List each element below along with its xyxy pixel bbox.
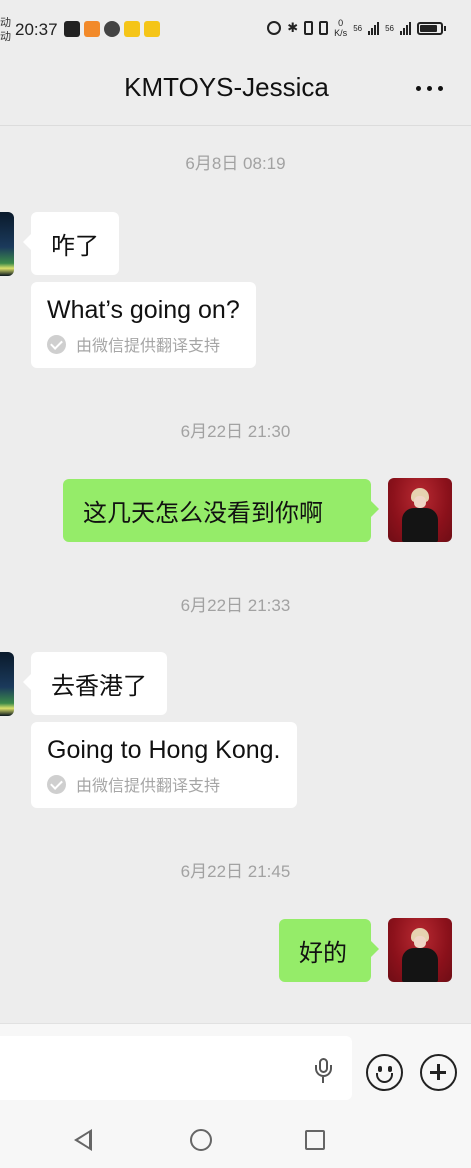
check-circle-icon (47, 334, 66, 354)
signal-icon-2 (400, 21, 411, 35)
translation-card[interactable]: Going to Hong Kong. 由微信提供翻译支持 (31, 722, 297, 808)
circle-home-icon[interactable] (190, 1129, 212, 1151)
bluetooth-icon: ✱ (287, 20, 299, 35)
timestamp: 6月22日 21:33 (180, 596, 291, 615)
vibrate-icon (304, 21, 314, 35)
triangle-back-icon[interactable] (74, 1129, 92, 1151)
translation-text: Going to Hong Kong. (47, 736, 281, 764)
app-notification-icon (104, 21, 120, 37)
timestamp: 6月22日 21:30 (180, 422, 291, 441)
timestamp: 6月8日 08:19 (185, 154, 286, 173)
check-circle-icon (47, 774, 66, 794)
plus-circle-icon[interactable] (420, 1054, 457, 1091)
navigation-bar (0, 1101, 471, 1168)
signal-icon-1 (368, 21, 380, 35)
system-icons: ✱ 0 K/s 56 56 (267, 18, 446, 38)
user-avatar[interactable] (388, 918, 452, 982)
weibo-icon (124, 21, 140, 37)
chat-title: KMTOYS-Jessica (124, 72, 329, 102)
translation-note: 由微信提供翻译支持 (76, 338, 221, 355)
taobao-icon (84, 21, 100, 37)
translation-card[interactable]: What’s going on? 由微信提供翻译支持 (31, 282, 256, 368)
weibo-icon-2 (144, 21, 160, 37)
translation-note: 由微信提供翻译支持 (76, 778, 221, 795)
incoming-message[interactable]: 去香港了 (23, 652, 167, 715)
signal-label-2: 56 (385, 23, 394, 33)
more-dots-icon[interactable] (416, 86, 443, 91)
status-time: 20:37 (15, 20, 58, 39)
battery-icon (417, 21, 446, 35)
input-bar (0, 1023, 471, 1101)
chat-area[interactable]: 6月8日 08:19 咋了 What’s going on? 由微信提供翻译支持… (0, 127, 471, 1023)
square-recents-icon[interactable] (305, 1130, 325, 1150)
status-bar: 动动 20:37 ✱ 0 K/s 56 56 (0, 0, 471, 58)
rotate-icon (319, 21, 329, 35)
microphone-icon[interactable] (314, 1058, 332, 1084)
contact-avatar[interactable] (0, 212, 14, 276)
notification-icons (64, 21, 160, 37)
signal-label-1: 56 (353, 23, 363, 33)
alarm-icon (267, 21, 282, 35)
outgoing-message[interactable]: 好的 (279, 919, 379, 982)
nfc-icon (64, 21, 80, 37)
smiley-icon[interactable] (366, 1054, 403, 1091)
auto-label: 动动 (0, 17, 11, 43)
contact-avatar[interactable] (0, 652, 14, 716)
chat-header: KMTOYS-Jessica (0, 58, 471, 126)
timestamp: 6月22日 21:45 (180, 862, 291, 881)
user-avatar[interactable] (388, 478, 452, 542)
translation-text: What’s going on? (47, 296, 240, 324)
message-input[interactable] (0, 1036, 352, 1100)
outgoing-message[interactable]: 这几天怎么没看到你啊 (63, 479, 379, 542)
incoming-message[interactable]: 咋了 (23, 212, 119, 275)
net-speed: 0 K/s (334, 18, 348, 38)
